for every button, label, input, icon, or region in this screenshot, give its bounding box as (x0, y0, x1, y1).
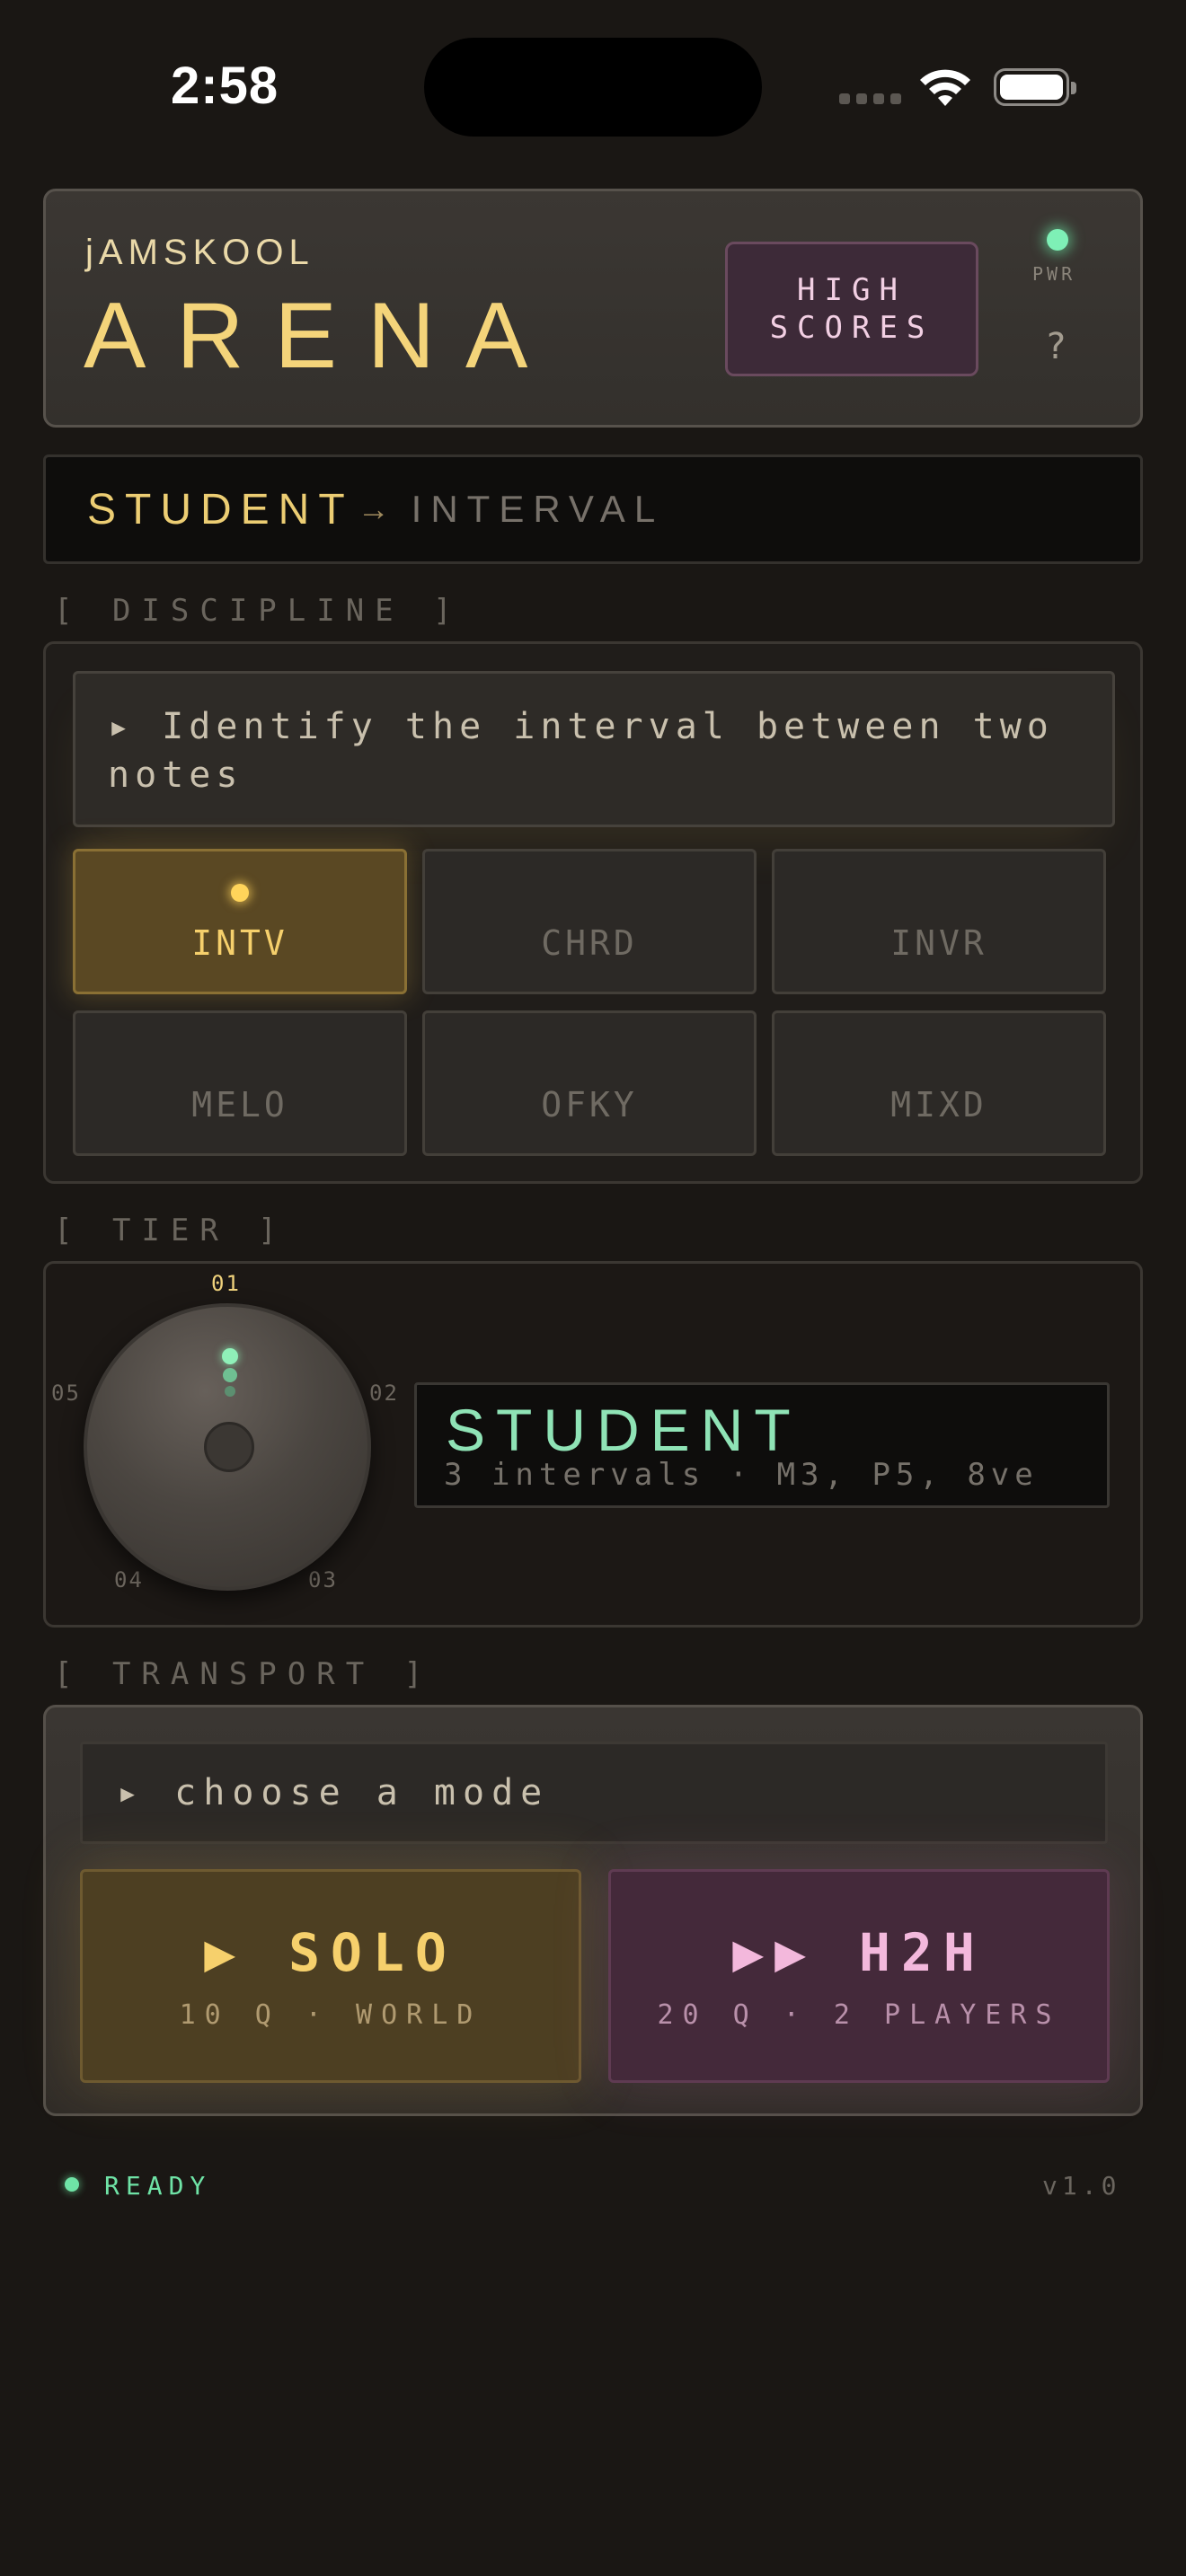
help-button[interactable]: ? (1045, 326, 1067, 367)
mode-prompt: ▸ choose a mode (80, 1742, 1108, 1844)
knob-indicator-icon (222, 1348, 238, 1364)
discipline-section-label: [ DISCIPLINE ] (54, 593, 463, 629)
transport-section-label: [ TRANSPORT ] (54, 1656, 434, 1692)
tier-tick-05: 05 (51, 1381, 81, 1406)
selected-led-icon (231, 884, 249, 902)
version-label: v1.0 (1042, 2171, 1121, 2201)
cellular-signal-icon (839, 93, 901, 104)
tier-tick-01: 01 (211, 1271, 241, 1296)
discipline-button-label: MIXD (890, 1085, 987, 1125)
solo-mode-button[interactable]: ▶ SOLO 10 Q · WORLD (80, 1869, 581, 2083)
discipline-button-ofky[interactable]: OFKY (422, 1010, 757, 1156)
discipline-button-label: INVR (890, 923, 987, 963)
breadcrumb-tier: STUDENT (87, 485, 354, 534)
page-title: ARENA (84, 284, 559, 388)
header-panel: jAMSKOOL ARENA HIGH SCORES PWR ? (43, 189, 1143, 428)
solo-title: ▶ SOLO (204, 1921, 457, 1983)
tier-tick-02: 02 (369, 1381, 399, 1406)
wifi-icon (920, 69, 970, 106)
knob-indicator-icon (223, 1368, 237, 1382)
discipline-button-melo[interactable]: MELO (73, 1010, 407, 1156)
power-led-icon (1047, 229, 1068, 251)
arena-screen: 2:58 jAMSKOOL ARENA HIGH SCORES PWR ? ST… (0, 0, 1186, 2576)
knob-hub (204, 1422, 254, 1472)
breadcrumb: STUDENT → INTERVAL (43, 454, 1143, 564)
dynamic-island (424, 38, 762, 137)
discipline-button-label: CHRD (541, 923, 638, 963)
breadcrumb-discipline: INTERVAL (411, 488, 665, 530)
discipline-button-mixd[interactable]: MIXD (772, 1010, 1106, 1156)
tier-section-label: [ TIER ] (54, 1213, 288, 1248)
transport-panel: ▸ choose a mode ▶ SOLO 10 Q · WORLD ▶▶ H… (43, 1705, 1143, 2116)
high-scores-label-line2: SCORES (769, 310, 934, 346)
discipline-description: ▸ Identify the interval between two note… (73, 671, 1115, 827)
discipline-button-intv[interactable]: INTV (73, 849, 407, 994)
knob-indicator-icon (225, 1386, 235, 1397)
tier-detail: 3 intervals · M3, P5, 8ve (444, 1457, 1039, 1493)
power-label: PWR (1032, 263, 1076, 285)
tier-display: STUDENT 3 intervals · M3, P5, 8ve (414, 1382, 1110, 1508)
ready-led-icon (65, 2177, 79, 2192)
solo-subtitle: 10 Q · WORLD (179, 1998, 482, 2031)
tier-name: STUDENT (446, 1397, 801, 1463)
battery-icon (994, 68, 1076, 106)
h2h-mode-button[interactable]: ▶▶ H2H 20 Q · 2 PLAYERS (608, 1869, 1110, 2083)
status-text: READY (104, 2171, 212, 2201)
h2h-subtitle: 20 Q · 2 PLAYERS (657, 1998, 1061, 2031)
tier-tick-04: 04 (114, 1567, 144, 1592)
discipline-button-label: INTV (191, 923, 288, 963)
discipline-button-invr[interactable]: INVR (772, 849, 1106, 994)
tier-panel: 01 02 03 04 05 STUDENT 3 intervals · M3,… (43, 1261, 1143, 1628)
high-scores-button[interactable]: HIGH SCORES (725, 242, 978, 376)
discipline-button-chrd[interactable]: CHRD (422, 849, 757, 994)
tier-tick-03: 03 (308, 1567, 338, 1592)
status-time: 2:58 (171, 57, 279, 115)
brand-name: jAMSKOOL (85, 233, 314, 272)
h2h-title: ▶▶ H2H (732, 1921, 986, 1983)
high-scores-label-line1: HIGH (797, 272, 907, 308)
discipline-button-label: OFKY (541, 1085, 638, 1125)
discipline-button-label: MELO (191, 1085, 288, 1125)
discipline-panel: ▸ Identify the interval between two note… (43, 641, 1143, 1184)
arrow-right-icon: → (357, 490, 390, 527)
tier-knob[interactable] (84, 1303, 371, 1591)
